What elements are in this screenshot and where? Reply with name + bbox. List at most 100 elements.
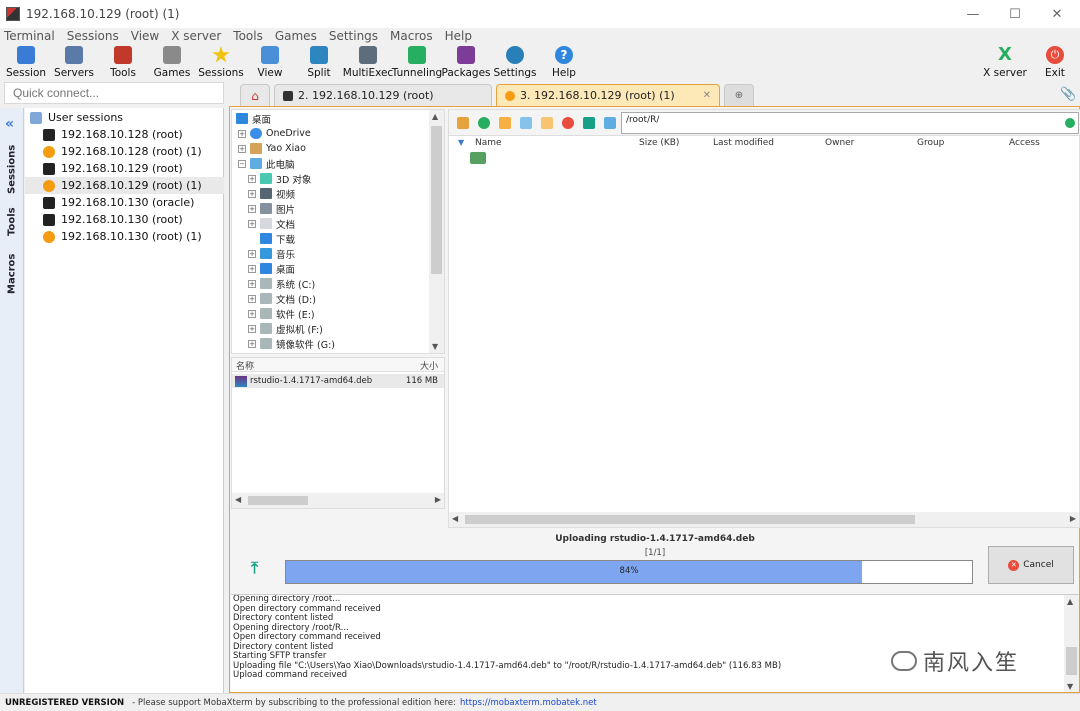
tree-item[interactable]: 下载 [260,231,295,246]
new-tab-button[interactable]: ⊕ [724,84,754,106]
expand-icon[interactable]: + [248,249,256,258]
session-button[interactable]: Session [1,44,51,82]
session-item[interactable]: 192.168.10.130 (oracle) [25,194,224,211]
expand-icon[interactable]: + [248,339,256,348]
tree-item[interactable]: + 文档 (D:) [248,291,316,306]
servers-button[interactable]: Servers [49,44,99,82]
menu-tools[interactable]: Tools [233,29,263,43]
x-server-button[interactable]: XX server [980,44,1030,82]
download-icon[interactable] [604,117,616,129]
collapse-icon[interactable]: − [238,159,246,168]
session-item-selected[interactable]: 192.168.10.129 (root) (1) [25,177,224,194]
session-item[interactable]: 192.168.10.128 (root) [25,126,224,143]
scroll-up-icon[interactable]: ▲ [1067,597,1073,606]
sidebar-tab-sessions[interactable]: Sessions [2,144,22,193]
menu-games[interactable]: Games [275,29,317,43]
tree-item[interactable]: + Yao Xiao [238,141,306,156]
menu-sessions[interactable]: Sessions [67,29,119,43]
tools-button[interactable]: Tools [98,44,148,82]
refresh-icon[interactable] [478,117,490,129]
col-remote-modified[interactable]: Last modified [713,138,774,148]
games-button[interactable]: Games [147,44,197,82]
attach-icon[interactable]: 📎 [1060,87,1076,102]
scroll-left-icon[interactable]: ◀ [452,514,458,523]
open-folder-icon[interactable] [541,117,553,129]
menu-view[interactable]: View [131,29,159,43]
delete-icon[interactable] [562,117,574,129]
session-item[interactable]: 192.168.10.130 (root) [25,211,224,228]
menu-terminal[interactable]: Terminal [4,29,55,43]
expand-icon[interactable]: + [248,219,256,228]
scroll-down-icon[interactable]: ▼ [1067,682,1073,691]
close-tab-icon[interactable]: ✕ [703,90,711,101]
col-remote-owner[interactable]: Owner [825,138,854,148]
mobatek-link[interactable]: https://mobaxterm.mobatek.net [460,698,597,708]
tab-session-3[interactable]: 3. 192.168.10.129 (root) (1) ✕ [496,84,720,106]
menu-help[interactable]: Help [445,29,472,43]
go-icon[interactable] [1065,118,1075,128]
upload-icon[interactable] [583,117,595,129]
tree-item[interactable]: + 音乐 [248,246,295,261]
sidebar-tab-macros[interactable]: Macros [2,254,22,294]
settings-button[interactable]: Settings [490,44,540,82]
expand-icon[interactable]: + [248,264,256,273]
new-file-icon[interactable] [520,117,532,129]
session-item[interactable]: 192.168.10.128 (root) (1) [25,143,224,160]
sessions-button[interactable]: Sessions [196,44,246,82]
parent-folder-icon[interactable] [457,117,469,129]
split-button[interactable]: Split [294,44,344,82]
session-item[interactable]: 192.168.10.130 (root) (1) [25,228,224,245]
tree-item[interactable]: + 文档 [248,216,295,231]
tunneling-button[interactable]: Tunneling [392,44,442,82]
multiexec-button[interactable]: MultiExec [343,44,393,82]
scroll-left-icon[interactable]: ◀ [235,495,241,504]
scroll-thumb[interactable] [431,126,442,274]
expand-icon[interactable]: + [248,174,256,183]
tree-item[interactable]: +3D 对象 [248,171,311,186]
user-sessions-folder[interactable]: User sessions [25,109,224,126]
expand-icon[interactable]: + [238,129,246,138]
menu-macros[interactable]: Macros [390,29,433,43]
tree-item[interactable]: + 镜像软件 (G:) [248,336,335,351]
expand-icon[interactable]: + [248,279,256,288]
col-remote-access[interactable]: Access [1009,138,1040,148]
maximize-button[interactable]: ☐ [992,0,1038,28]
new-folder-icon[interactable] [499,117,511,129]
home-tab[interactable]: ⌂ [240,84,270,106]
scroll-up-icon[interactable]: ▲ [432,112,438,121]
scroll-thumb[interactable] [1066,647,1077,675]
tree-item[interactable]: + 系统 (C:) [248,276,315,291]
scroll-thumb[interactable] [248,496,308,505]
tree-item[interactable]: + 视频 [248,186,295,201]
menu-settings[interactable]: Settings [329,29,378,43]
session-item[interactable]: 192.168.10.129 (root) [25,160,224,177]
col-remote-size[interactable]: Size (KB) [639,138,679,148]
expand-icon[interactable]: + [238,144,246,153]
help-button[interactable]: ? Help [539,44,589,82]
expand-icon[interactable]: + [248,309,256,318]
menu-x-server[interactable]: X server [171,29,221,43]
tree-item[interactable]: − 此电脑 [238,156,295,171]
col-remote-group[interactable]: Group [917,138,944,148]
local-file-row[interactable]: rstudio-1.4.1717-amd64.deb 116 MB [232,374,444,388]
expand-icon[interactable]: + [248,204,256,213]
tree-item[interactable]: + OneDrive [238,126,311,141]
view-button[interactable]: View [245,44,295,82]
scroll-down-icon[interactable]: ▼ [432,342,438,351]
remote-path-field[interactable]: /root/R/ [621,112,1079,134]
exit-button[interactable]: ⏻ Exit [1030,44,1080,82]
remote-hscroll[interactable]: ◀ ▶ [449,512,1079,527]
col-remote-name[interactable]: Name [475,138,502,148]
tree-item[interactable]: + 图片 [248,201,295,216]
scroll-thumb[interactable] [465,515,915,524]
sidebar-tab-tools[interactable]: Tools [2,204,22,240]
cancel-upload-button[interactable]: ✕ Cancel [988,546,1074,584]
quick-connect-input[interactable] [4,82,224,104]
tree-item[interactable]: + 桌面 [248,261,295,276]
col-size[interactable]: 大小 [420,359,438,372]
local-tree-scrollbar[interactable]: ▲ ▼ [429,110,444,353]
close-button[interactable]: ✕ [1034,0,1080,28]
col-name[interactable]: 名称 [236,359,254,372]
tree-item[interactable]: + 软件 (E:) [248,306,315,321]
packages-button[interactable]: Packages [441,44,491,82]
